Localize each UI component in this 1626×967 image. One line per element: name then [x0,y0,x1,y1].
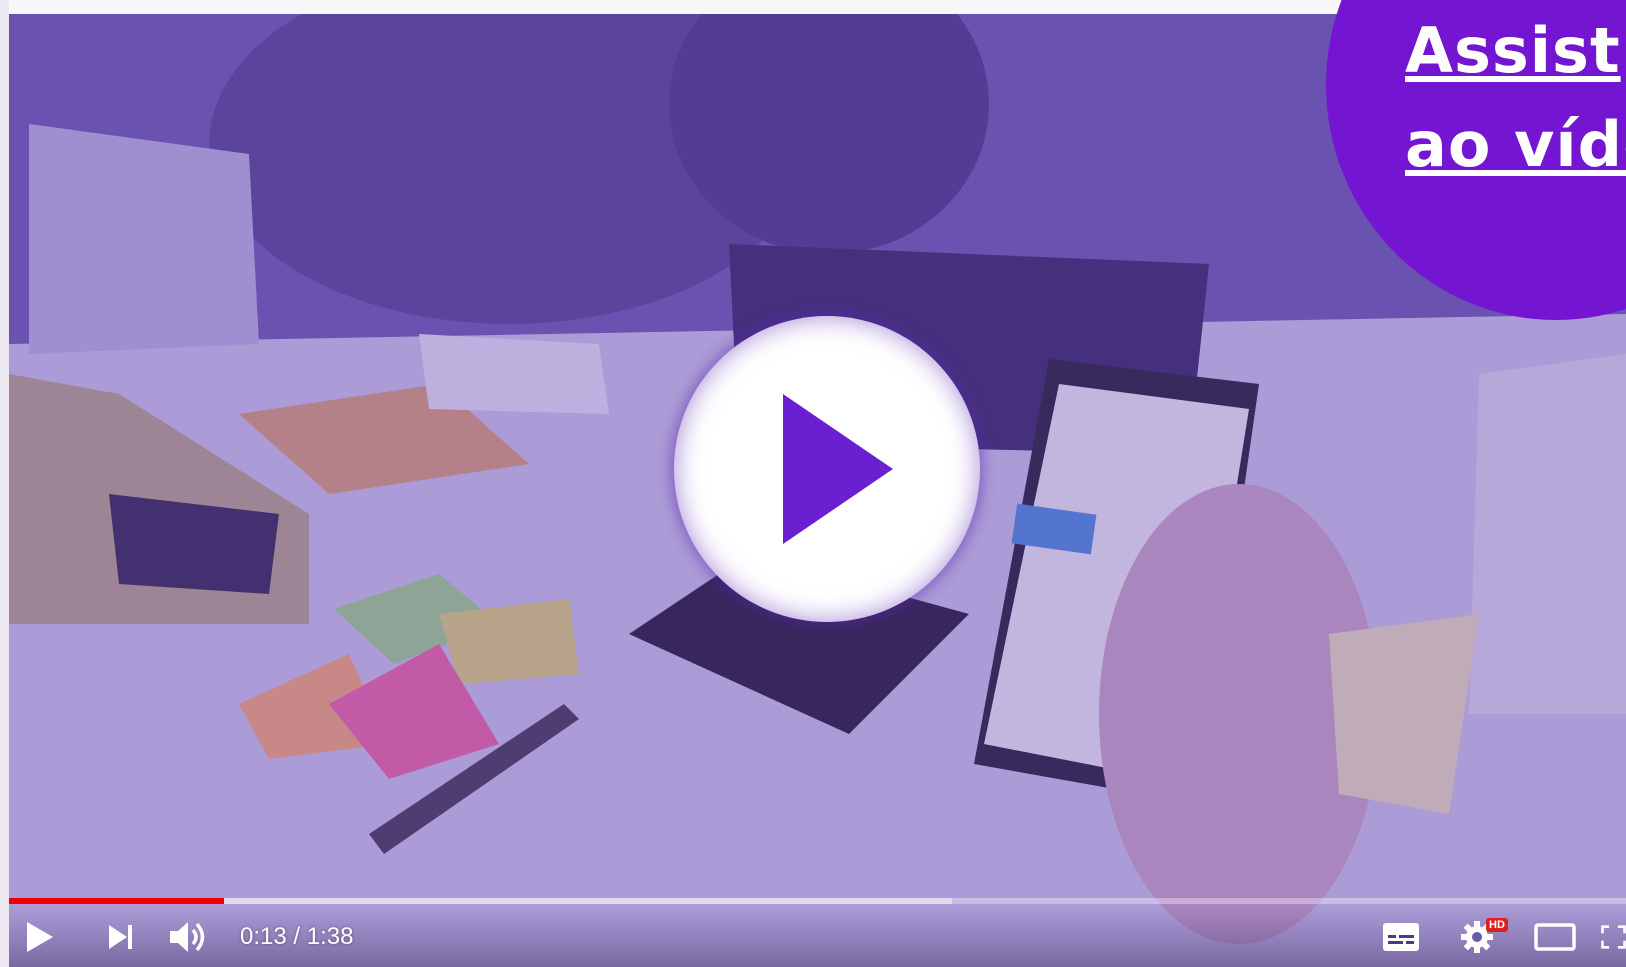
next-button[interactable] [101,906,141,967]
volume-icon [170,921,205,952]
volume-button[interactable] [167,906,209,967]
progress-played [9,898,225,904]
badge-line-2: ao víde [1405,108,1626,181]
subtitles-button[interactable] [1380,906,1422,967]
play-icon [27,921,53,952]
badge-line-1: Assist [1405,14,1621,87]
play-button[interactable] [15,906,65,967]
left-border [0,0,9,967]
play-circle-icon [783,394,893,544]
video-frame: Assist ao víde 0:13 / 1:38 [0,0,1626,967]
settings-button[interactable]: HD [1456,906,1508,967]
hd-badge: HD [1486,918,1508,932]
theater-mode-icon [1534,922,1576,951]
control-bar: 0:13 / 1:38 HD [9,906,1626,967]
subtitles-icon [1383,922,1419,951]
time-display: 0:13 / 1:38 [240,922,354,950]
fullscreen-icon [1601,924,1626,949]
fullscreen-button[interactable] [1601,906,1626,967]
theater-mode-button[interactable] [1533,906,1577,967]
progress-bar[interactable] [9,898,1626,904]
big-play-button[interactable] [674,316,980,622]
watch-video-link[interactable]: Assist ao víde [1405,4,1626,192]
next-icon [109,924,132,949]
